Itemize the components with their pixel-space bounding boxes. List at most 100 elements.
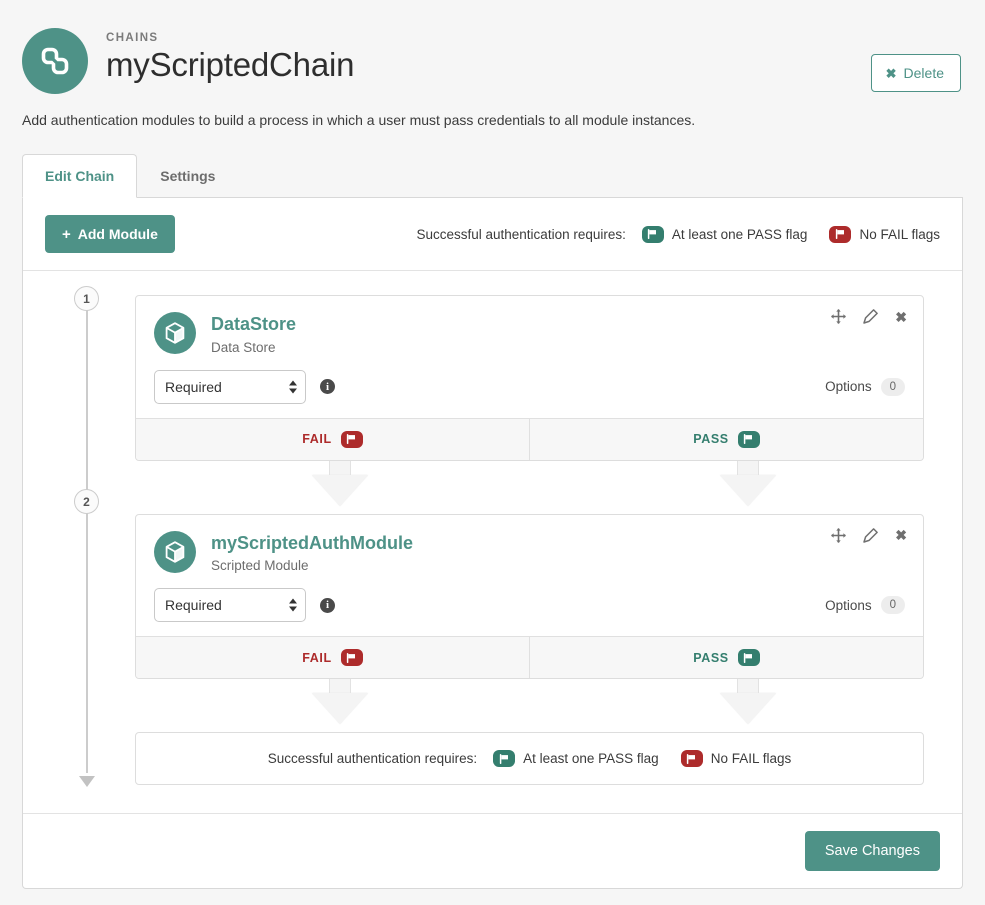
delete-button[interactable]: ✖ Delete [871, 54, 961, 92]
flag-pass-icon [738, 649, 760, 666]
legend-pass-text: At least one PASS flag [672, 227, 808, 242]
chain-link-icon [22, 28, 88, 94]
module-name: myScriptedAuthModule [211, 533, 413, 555]
criteria-select[interactable]: Required [154, 370, 306, 404]
panel-footer: Save Changes [23, 813, 962, 888]
close-x-icon[interactable]: ✖ [895, 528, 907, 542]
module-header: ✖ DataStore Data Store [136, 296, 923, 418]
legend-pass-text: At least one PASS flag [523, 751, 659, 766]
flag-pass-icon [642, 226, 664, 243]
step-number-1: 1 [74, 286, 99, 311]
chain-rail-arrow-icon [79, 776, 95, 787]
add-module-label: Add Module [78, 226, 158, 242]
add-module-button[interactable]: + Add Module [45, 215, 175, 253]
requires-label: Successful authentication requires: [268, 751, 477, 766]
module-options[interactable]: Options 0 [825, 596, 905, 614]
module-card[interactable]: ✖ myScriptedAuthModule Scripted Module [135, 514, 924, 680]
plus-icon: + [62, 227, 71, 242]
module-criteria-group: Required i [154, 588, 335, 622]
module-identity: DataStore Data Store [154, 312, 905, 355]
module-fail-label: FAIL [302, 432, 331, 446]
legend-pass: At least one PASS flag [493, 750, 659, 767]
save-changes-button[interactable]: Save Changes [805, 831, 940, 871]
module-outcome-bar: FAIL PASS [136, 418, 923, 460]
flag-fail-icon [829, 226, 851, 243]
tab-edit-chain[interactable]: Edit Chain [22, 154, 137, 198]
options-count-badge: 0 [881, 596, 905, 614]
requires-legend-top: Successful authentication requires: At l… [416, 226, 940, 243]
module-header: ✖ myScriptedAuthModule Scripted Module [136, 515, 923, 637]
chain-body: 1 2 ✖ [23, 271, 962, 813]
tab-settings[interactable]: Settings [137, 154, 238, 198]
connector-arrows [135, 679, 924, 732]
requires-label: Successful authentication requires: [416, 227, 625, 242]
criteria-select-wrap: Required [154, 588, 306, 622]
module-title-block: DataStore Data Store [211, 312, 296, 355]
legend-fail-text: No FAIL flags [711, 751, 792, 766]
module-cube-icon [154, 531, 196, 573]
breadcrumb-eyebrow: CHAINS [106, 32, 871, 44]
module-type: Data Store [211, 340, 296, 355]
module-identity: myScriptedAuthModule Scripted Module [154, 531, 905, 574]
close-x-icon: ✖ [886, 67, 897, 80]
step-number-2: 2 [74, 489, 99, 514]
module-fail-label: FAIL [302, 651, 331, 665]
info-icon[interactable]: i [320, 379, 335, 394]
module-action-group: ✖ [831, 528, 907, 543]
module-fail-outcome[interactable]: FAIL [136, 419, 530, 460]
module-card[interactable]: ✖ DataStore Data Store [135, 295, 924, 461]
flag-pass-icon [738, 431, 760, 448]
module-cube-icon [154, 312, 196, 354]
module-pass-label: PASS [693, 651, 729, 665]
criteria-select-wrap: Required [154, 370, 306, 404]
module-outcome-bar: FAIL PASS [136, 636, 923, 678]
move-handle-icon[interactable] [831, 309, 846, 324]
flag-fail-icon [341, 431, 363, 448]
pencil-edit-icon[interactable] [863, 309, 878, 324]
module-action-group: ✖ [831, 309, 907, 324]
connector-arrow-pass-icon [720, 679, 776, 724]
tab-bar: Edit Chain Settings [22, 154, 963, 198]
module-controls: Required i Options 0 [154, 370, 905, 404]
module-title-block: myScriptedAuthModule Scripted Module [211, 531, 413, 574]
module-options[interactable]: Options 0 [825, 378, 905, 396]
criteria-select[interactable]: Required [154, 588, 306, 622]
info-icon[interactable]: i [320, 598, 335, 613]
legend-fail: No FAIL flags [681, 750, 792, 767]
delete-button-label: Delete [904, 65, 944, 81]
options-count-badge: 0 [881, 378, 905, 396]
chain-rail [86, 303, 88, 773]
module-criteria-group: Required i [154, 370, 335, 404]
requires-summary-bar: Successful authentication requires: At l… [135, 732, 924, 785]
pencil-edit-icon[interactable] [863, 528, 878, 543]
options-label: Options [825, 598, 872, 613]
options-label: Options [825, 379, 872, 394]
flag-fail-icon [681, 750, 703, 767]
connector-arrow-fail-icon [312, 461, 368, 506]
legend-fail: No FAIL flags [829, 226, 940, 243]
module-controls: Required i Options 0 [154, 588, 905, 622]
close-x-icon[interactable]: ✖ [895, 310, 907, 324]
module-list: ✖ DataStore Data Store [135, 295, 940, 785]
chain-panel: + Add Module Successful authentication r… [22, 198, 963, 889]
connector-arrow-fail-icon [312, 679, 368, 724]
module-pass-outcome[interactable]: PASS [530, 637, 923, 678]
panel-toolbar: + Add Module Successful authentication r… [23, 198, 962, 271]
move-handle-icon[interactable] [831, 528, 846, 543]
connector-arrows [135, 461, 924, 514]
chain-editor-page: CHAINS myScriptedChain ✖ Delete Add auth… [0, 0, 985, 905]
module-name: DataStore [211, 314, 296, 336]
legend-fail-text: No FAIL flags [859, 227, 940, 242]
page-header: CHAINS myScriptedChain ✖ Delete [0, 0, 985, 94]
module-pass-label: PASS [693, 432, 729, 446]
module-type: Scripted Module [211, 558, 413, 573]
module-fail-outcome[interactable]: FAIL [136, 637, 530, 678]
flag-pass-icon [493, 750, 515, 767]
page-description: Add authentication modules to build a pr… [22, 112, 985, 128]
flag-fail-icon [341, 649, 363, 666]
connector-arrow-pass-icon [720, 461, 776, 506]
module-pass-outcome[interactable]: PASS [530, 419, 923, 460]
legend-pass: At least one PASS flag [642, 226, 808, 243]
page-title: myScriptedChain [106, 45, 871, 85]
requires-legend-bottom: Successful authentication requires: At l… [268, 750, 792, 767]
